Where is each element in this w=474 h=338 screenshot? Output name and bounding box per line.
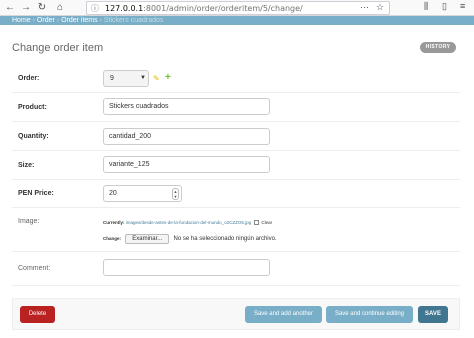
comment-input[interactable]	[103, 259, 270, 276]
menu-icon[interactable]: ≡	[460, 1, 465, 11]
no-file-text: No se ha seleccionado ningún archivo.	[173, 236, 277, 242]
order-select[interactable]: 9 ▼	[103, 70, 149, 87]
price-label: PEN Price:	[18, 190, 54, 197]
price-value: 20	[109, 190, 117, 197]
product-input[interactable]: Stickers cuadrados	[103, 98, 270, 115]
image-change-line: Change: Examinar... No se ha seleccionad…	[103, 234, 277, 244]
url-text: 127.0.0.1:8001/admin/order/orderitem/5/c…	[105, 4, 303, 13]
form-row-order: Order:	[12, 64, 460, 93]
form-row-price: PEN Price:	[12, 180, 460, 208]
browse-button[interactable]: Examinar...	[125, 234, 170, 244]
current-file-link[interactable]: images/desde-antes-de-la-fundacion-del-m…	[126, 220, 251, 225]
address-bar[interactable]: ⓘ 127.0.0.1:8001/admin/order/orderitem/5…	[86, 1, 390, 15]
product-label: Product:	[18, 104, 47, 111]
page-actions-icon[interactable]: ···	[360, 2, 369, 12]
back-icon[interactable]: ←	[4, 2, 16, 14]
history-button[interactable]: HISTORY	[420, 42, 456, 53]
currently-label: Currently:	[103, 220, 125, 225]
price-input[interactable]: 20 ▲ ▼	[103, 185, 182, 202]
submit-row: Delete Save and add another Save and con…	[12, 298, 460, 330]
size-label: Size:	[18, 162, 35, 169]
save-and-continue-button[interactable]: Save and continue editing	[326, 306, 413, 323]
chevron-down-icon: ▼	[140, 75, 146, 81]
number-spinner-icon[interactable]: ▲ ▼	[172, 188, 179, 200]
save-and-add-another-button[interactable]: Save and add another	[245, 306, 322, 323]
forward-icon[interactable]: →	[20, 2, 32, 14]
form-row-image: Image:	[12, 208, 460, 252]
delete-button[interactable]: Delete	[20, 306, 55, 323]
sidebar-icon[interactable]: ▯	[442, 1, 447, 12]
library-icon[interactable]: ⫼	[424, 1, 428, 12]
home-icon[interactable]: ⌂	[54, 2, 66, 14]
quantity-input[interactable]: cantidad_200	[103, 128, 270, 145]
clear-label: Clear	[261, 220, 273, 225]
image-currently-line: Currently: images/desde-antes-de-la-fund…	[103, 220, 273, 226]
breadcrumb-current: Stickers cuadrados	[103, 17, 164, 24]
page-title: Change order item	[12, 42, 104, 54]
change-label: Change:	[103, 236, 121, 241]
browser-toolbar: ← → ↻ ⌂ ⓘ 127.0.0.1:8001/admin/order/ord…	[0, 0, 474, 16]
comment-label: Comment:	[18, 265, 51, 272]
breadcrumb-model[interactable]: Order items	[61, 17, 98, 24]
breadcrumb-app[interactable]: Order	[37, 17, 55, 24]
size-input[interactable]: variante_125	[103, 156, 270, 173]
bookmark-star-icon[interactable]: ☆	[376, 2, 384, 13]
add-plus-icon[interactable]: +	[165, 72, 171, 83]
breadcrumb-home[interactable]: Home	[12, 17, 31, 24]
order-label: Order:	[18, 75, 40, 82]
reload-icon[interactable]: ↻	[36, 2, 48, 14]
breadcrumb: Home › Order › Order items › Stickers cu…	[0, 16, 474, 25]
image-label: Image:	[18, 218, 40, 225]
save-button[interactable]: SAVE	[418, 306, 448, 323]
quantity-label: Quantity:	[18, 133, 49, 140]
order-select-value: 9	[110, 75, 114, 82]
site-info-icon[interactable]: ⓘ	[91, 3, 99, 14]
edit-pencil-icon[interactable]: ✎	[153, 74, 160, 83]
clear-checkbox[interactable]	[254, 220, 260, 226]
